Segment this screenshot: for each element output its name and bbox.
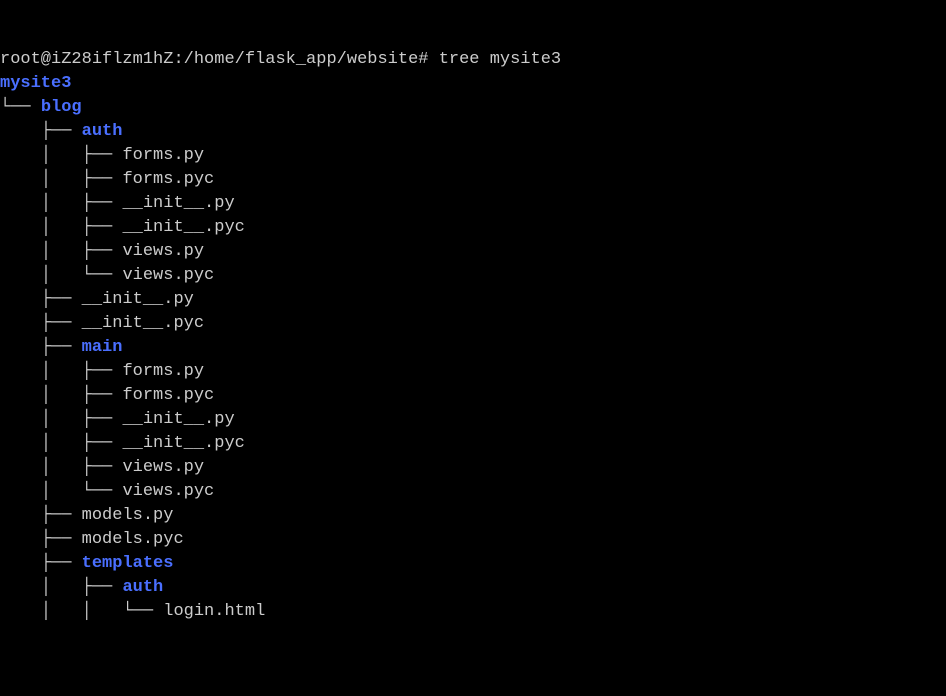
tree-branch [0,458,41,477]
tree-branch: ├── [41,506,82,525]
tree-branch: ├── [82,242,123,261]
prompt-path: /home/flask_app/website [184,50,419,69]
file-item: __init__.py [122,410,234,429]
dir-main: main [82,338,123,357]
file-item: login.html [163,602,265,621]
tree-branch [0,338,41,357]
tree-branch [0,362,41,381]
tree-branch [0,170,41,189]
file-item: forms.py [122,362,204,381]
tree-branch: ├── [82,218,123,237]
tree-branch [0,506,41,525]
tree-branch: ├── [82,194,123,213]
tree-branch: │ [41,434,82,453]
tree-branch: ├── [82,386,123,405]
dir-auth: auth [82,122,123,141]
tree-branch: ├── [41,290,82,309]
dir-templates-auth: auth [122,578,163,597]
dir-templates: templates [82,554,174,573]
tree-branch: ├── [41,314,82,333]
tree-branch: └── [0,98,41,117]
tree-branch: └── [82,482,123,501]
tree-branch [0,578,41,597]
file-item: forms.py [122,146,204,165]
file-item: forms.pyc [122,170,214,189]
tree-branch: │ [41,170,82,189]
tree-branch [0,194,41,213]
tree-branch: ├── [41,554,82,573]
tree-branch: │ [41,194,82,213]
file-item: views.py [122,458,204,477]
tree-branch [0,266,41,285]
tree-branch: ├── [41,530,82,549]
tree-branch [0,218,41,237]
tree-branch [0,386,41,405]
tree-branch: └── [122,602,163,621]
tree-branch: │ [41,146,82,165]
tree-branch: ├── [82,410,123,429]
command-text: tree mysite3 [439,50,561,69]
file-item: __init__.py [122,194,234,213]
prompt-user-host: root@iZ28iflzm1hZ [0,50,173,69]
file-item: __init__.pyc [82,314,204,333]
tree-branch: │ [41,242,82,261]
tree-branch [0,314,41,333]
tree-branch: │ [41,578,82,597]
tree-branch [0,122,41,141]
tree-branch: │ [41,458,82,477]
file-item: __init__.py [82,290,194,309]
tree-branch: │ [41,218,82,237]
tree-branch [0,242,41,261]
file-item: views.py [122,242,204,261]
tree-branch [0,146,41,165]
tree-branch [0,434,41,453]
tree-branch: │ [82,602,123,621]
terminal-output: root@iZ28iflzm1hZ:/home/flask_app/websit… [0,48,946,624]
file-item: models.py [82,506,174,525]
tree-root-dir: mysite3 [0,74,71,93]
tree-branch: ├── [82,578,123,597]
tree-branch [0,410,41,429]
file-item: views.pyc [122,266,214,285]
tree-branch: ├── [41,122,82,141]
tree-branch: │ [41,362,82,381]
file-item: views.pyc [122,482,214,501]
tree-branch: ├── [82,170,123,189]
tree-branch: │ [41,410,82,429]
tree-branch: ├── [82,146,123,165]
tree-branch [0,482,41,501]
tree-branch: │ [41,266,82,285]
tree-branch: ├── [82,434,123,453]
tree-branch: ├── [82,458,123,477]
tree-branch: ├── [82,362,123,381]
tree-branch [0,530,41,549]
tree-branch [0,602,41,621]
tree-branch: │ [41,386,82,405]
tree-branch [0,554,41,573]
file-item: models.pyc [82,530,184,549]
tree-branch: │ [41,482,82,501]
file-item: __init__.pyc [122,434,244,453]
prompt-symbol: # [418,50,428,69]
tree-branch [0,290,41,309]
tree-branch: └── [82,266,123,285]
file-item: forms.pyc [122,386,214,405]
file-item: __init__.pyc [122,218,244,237]
dir-blog: blog [41,98,82,117]
prompt-colon: : [173,50,183,69]
tree-branch: ├── [41,338,82,357]
tree-branch: │ [41,602,82,621]
